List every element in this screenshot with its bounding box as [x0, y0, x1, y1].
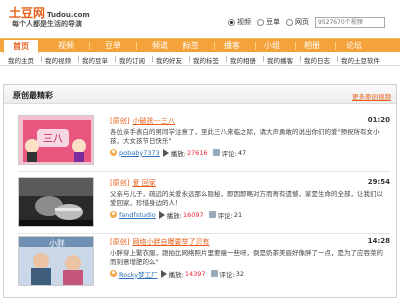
subnav-divider: [152, 56, 153, 62]
radio-icon: [286, 18, 293, 26]
comment-icon: [208, 211, 216, 218]
nav-item-tag[interactable]: 标签: [171, 39, 211, 53]
user-icon: [110, 270, 117, 277]
video-title-link[interactable]: 网络小胖自曝要举了贝有: [132, 238, 209, 246]
comment-count: 21: [233, 210, 243, 219]
main-nav: 首页 视频 豆单 频道 标签 播客 小组 相册 论坛: [0, 38, 400, 53]
video-thumbnail[interactable]: 三八: [18, 115, 94, 165]
video-item: [原创] 爱 回家 29:54 父亲与儿子，疏远的关爱永远那么隐秘，即因即略对方而…: [4, 177, 396, 235]
nav-item-podcast[interactable]: 播客: [212, 39, 252, 53]
user-icon: [110, 149, 117, 156]
subnav-divider: [300, 56, 301, 62]
search-option-playlist[interactable]: 豆单: [257, 17, 280, 27]
nav-item-album[interactable]: 相册: [292, 39, 332, 53]
video-description: 各位亲手表白的男同学注意了，至此三八来临之际，请大声勇敢的说出你们的爱"预祝所有…: [110, 128, 380, 145]
subnav-item-blog[interactable]: 我的日志: [304, 55, 330, 65]
subnav-divider: [189, 56, 190, 62]
video-description: 小胖穿上繁衣服，跟拍比网络照片里要瘦一些呀，倒是奶茶美眉好像胖了一点，是为了应吞…: [110, 249, 383, 266]
subnav-item-tags[interactable]: 我的标签: [193, 55, 219, 65]
video-item: 三八 [原创] 小破孩---三八 01:20 各位亲手表白的男同学注意了，至此三八…: [4, 115, 396, 173]
nav-divider: [89, 42, 90, 50]
logo-text-en: Tudou.com: [47, 11, 90, 19]
original-tag[interactable]: [原创]: [110, 117, 129, 125]
radio-icon: [257, 18, 264, 26]
more-original-videos-link[interactable]: 更多原创视频: [352, 91, 391, 101]
video-title-link[interactable]: 小破孩---三八: [132, 117, 175, 125]
video-meta: pobaby7373 播放: 27616 评论: 47: [110, 148, 251, 158]
search-input[interactable]: [315, 16, 385, 28]
video-description: 父亲与儿子，疏远的关爱永远那么隐秘，即因即略对方而寄有遗憾，家是生命的全部，让我…: [110, 190, 383, 207]
video-title-link[interactable]: 爱 回家: [132, 179, 155, 187]
comment-count: 32: [235, 269, 245, 278]
search-bar: 视频 豆单 网页: [228, 16, 385, 28]
subnav-divider: [41, 56, 42, 62]
comment-icon: [212, 149, 220, 156]
video-meta: Rocky梦工厂 播放: 14397 评论: 32: [110, 269, 249, 279]
user-icon: [110, 211, 117, 218]
video-thumbnail[interactable]: 小胖: [18, 236, 94, 286]
subnav-item-software[interactable]: 我的土豆软件: [341, 55, 380, 65]
original-tag[interactable]: [原创]: [110, 238, 129, 246]
subnav-divider: [337, 56, 338, 62]
video-duration: 14:28: [367, 237, 390, 245]
panel-title: 原创最精彩: [13, 91, 53, 100]
play-count: 16097: [182, 210, 204, 219]
comment-icon: [210, 270, 218, 277]
subnav-item-subscriptions[interactable]: 我的订阅: [119, 55, 145, 65]
nav-item-group[interactable]: 小组: [252, 39, 292, 53]
video-title-row: [原创] 小破孩---三八: [110, 116, 175, 126]
site-header: 土豆网 Tudou.com 每个人都是生活的导演 视频 豆单 网页: [0, 0, 400, 38]
play-icon: [160, 269, 167, 278]
video-thumbnail[interactable]: [18, 177, 94, 227]
comment-count: 47: [237, 148, 247, 157]
video-duration: 01:20: [367, 116, 390, 124]
author-link[interactable]: pobaby7373: [119, 149, 160, 157]
search-option-web[interactable]: 网页: [286, 17, 309, 27]
search-option-video[interactable]: 视频: [228, 17, 251, 27]
logo-text-cn: 土豆网: [9, 6, 46, 20]
item-divider: [18, 171, 390, 172]
panel-header: 原创最精彩 更多原创视频: [4, 85, 396, 104]
subnav-item-podcast[interactable]: 我的播客: [267, 55, 293, 65]
author-link[interactable]: fandfstudio: [119, 211, 156, 219]
video-title-row: [原创] 网络小胖自曝要举了贝有: [110, 237, 209, 247]
subnav-divider: [115, 56, 116, 62]
play-icon: [158, 210, 165, 219]
original-tag[interactable]: [原创]: [110, 179, 129, 187]
video-duration: 29:54: [367, 178, 390, 186]
subnav-item-home[interactable]: 我的主页: [8, 55, 34, 65]
subnav-divider: [263, 56, 264, 62]
play-count: 27616: [186, 148, 208, 157]
play-count: 14397: [184, 269, 206, 278]
nav-item-home[interactable]: 首页: [3, 39, 39, 53]
nav-item-playlist[interactable]: 豆单: [93, 39, 133, 53]
nav-divider: [136, 42, 137, 50]
subnav-item-playlists[interactable]: 我的豆单: [82, 55, 108, 65]
author-link[interactable]: Rocky梦工厂: [119, 269, 158, 279]
svg-text:三八: 三八: [43, 134, 63, 145]
nav-item-forum[interactable]: 论坛: [334, 39, 374, 53]
original-videos-panel: 原创最精彩 更多原创视频 三八 [原创] 小破孩---三八 01:20 各位亲手表…: [3, 84, 397, 298]
play-icon: [162, 148, 169, 157]
video-meta: fandfstudio 播放: 16097 评论: 21: [110, 210, 247, 220]
subnav-divider: [78, 56, 79, 62]
subnav-item-videos[interactable]: 我的视频: [45, 55, 71, 65]
video-item: 小胖 [原创] 网络小胖自曝要举了贝有 14:28 小胖穿上繁衣服，跟拍比网络照片…: [4, 236, 396, 294]
subnav-item-albums[interactable]: 我的相册: [230, 55, 256, 65]
svg-text:小胖: 小胖: [49, 238, 65, 248]
nav-item-video[interactable]: 视频: [46, 39, 86, 53]
video-title-row: [原创] 爱 回家: [110, 178, 156, 188]
slogan: 每个人都是生活的导演: [12, 20, 82, 28]
sub-nav: 我的主页 我的视频 我的豆单 我的订阅 我的好友 我的标签 我的相册 我的播客 …: [0, 53, 400, 66]
subnav-item-friends[interactable]: 我的好友: [156, 55, 182, 65]
subnav-divider: [226, 56, 227, 62]
item-divider: [18, 233, 390, 234]
radio-icon: [228, 18, 235, 26]
